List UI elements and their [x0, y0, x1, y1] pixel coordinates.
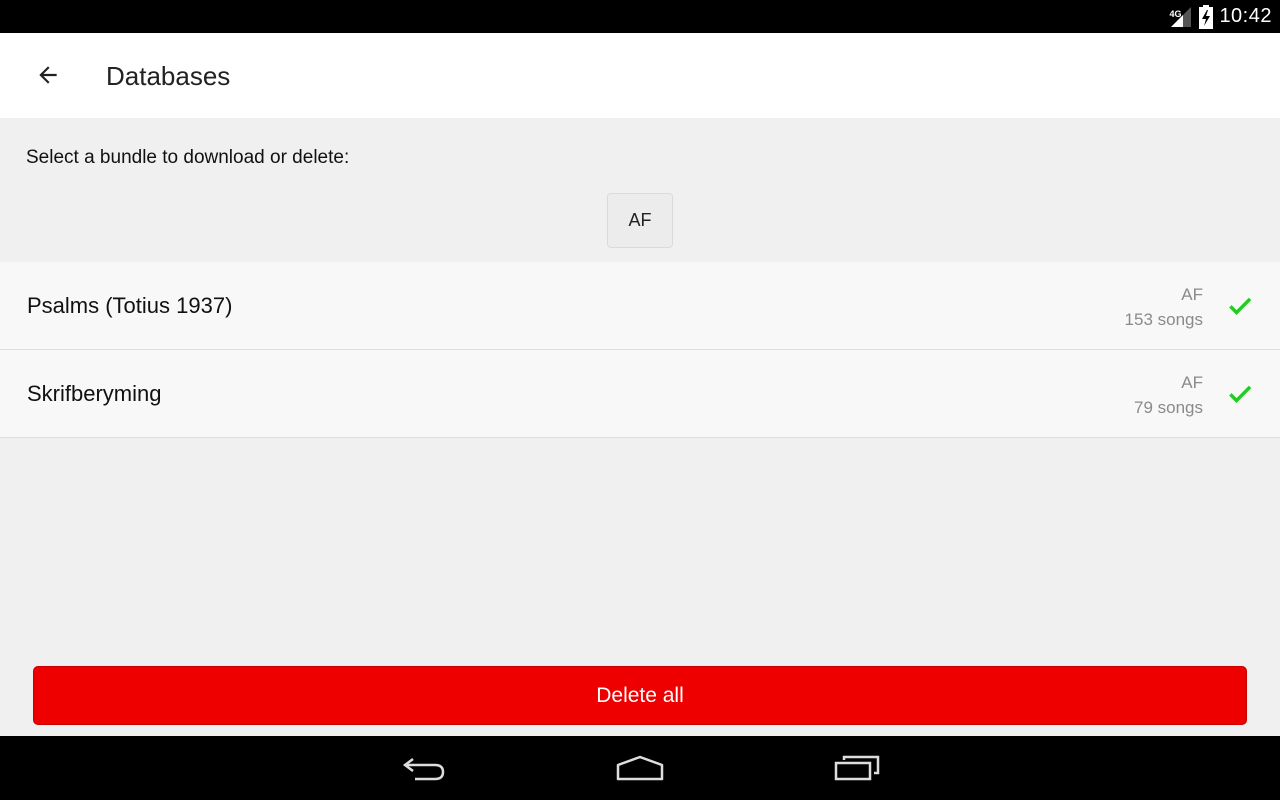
back-button[interactable]	[24, 53, 72, 97]
back-nav-icon	[401, 755, 447, 781]
database-name: Skrifberyming	[27, 381, 162, 406]
delete-all-button[interactable]: Delete all	[33, 666, 1247, 725]
nav-home-button[interactable]	[605, 748, 675, 788]
arrow-left-icon	[35, 62, 61, 88]
recents-icon	[834, 755, 880, 781]
database-meta: AF 153 songs	[1125, 282, 1203, 332]
database-list: Psalms (Totius 1937) AF 153 songs Skrifb…	[0, 262, 1280, 438]
database-name: Psalms (Totius 1937)	[27, 293, 233, 318]
database-song-count: 79 songs	[1134, 398, 1203, 417]
check-icon	[1226, 380, 1254, 408]
bundle-chip-af[interactable]: AF	[607, 193, 673, 248]
nav-recents-button[interactable]	[822, 748, 892, 788]
database-song-count: 153 songs	[1124, 310, 1203, 329]
app-bar: Databases	[0, 33, 1280, 118]
database-language: AF	[1181, 373, 1203, 392]
database-row[interactable]: Psalms (Totius 1937) AF 153 songs	[0, 262, 1280, 350]
status-time: 10:42	[1219, 5, 1272, 27]
status-icons: 4G 10:42	[1169, 0, 1272, 33]
home-icon	[616, 755, 664, 781]
page-title: Databases	[106, 61, 231, 91]
nav-back-button[interactable]	[389, 748, 459, 788]
database-language: AF	[1181, 285, 1203, 304]
main-content: Select a bundle to download or delete: A…	[0, 118, 1280, 736]
instruction-text: Select a bundle to download or delete:	[26, 147, 350, 168]
signal-icon: 4G	[1169, 5, 1193, 29]
database-meta: AF 79 songs	[1134, 370, 1203, 420]
battery-charging-icon	[1199, 4, 1214, 29]
status-bar: 4G 10:42	[0, 0, 1280, 33]
check-icon	[1226, 292, 1254, 320]
database-row[interactable]: Skrifberyming AF 79 songs	[0, 350, 1280, 438]
system-nav-bar	[0, 736, 1280, 800]
